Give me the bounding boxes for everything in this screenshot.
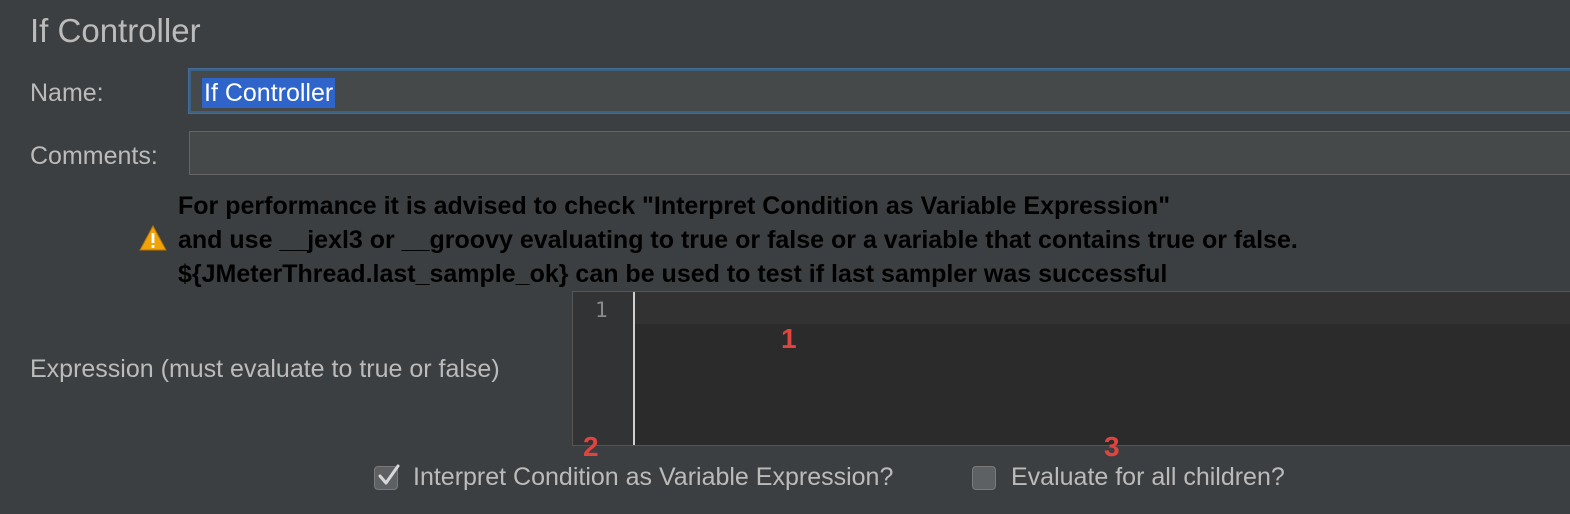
warning-line-1: For performance it is advised to check "… (178, 192, 1171, 220)
comments-field[interactable] (189, 131, 1570, 175)
expression-editor[interactable]: 1 (572, 291, 1570, 446)
comments-label: Comments: (30, 142, 158, 170)
checkmark-icon (378, 464, 400, 485)
warning-line-2: and use __jexl3 or __groovy evaluating t… (178, 226, 1298, 254)
warning-line-3: ${JMeterThread.last_sample_ok} can be us… (178, 260, 1168, 288)
annotation-marker-1: 1 (781, 323, 797, 354)
annotation-marker-2: 2 (583, 431, 599, 462)
expression-label: Expression (must evaluate to true or fal… (30, 355, 500, 383)
name-field[interactable]: If Controller (189, 69, 1570, 113)
annotation-marker-3: 3 (1104, 431, 1120, 462)
warning-message: For performance it is advised to check "… (178, 189, 1298, 291)
line-number-gutter: 1 (573, 292, 635, 445)
current-line-highlight (635, 292, 1570, 324)
interpret-condition-checkbox[interactable] (374, 464, 400, 490)
evaluate-all-children-checkbox[interactable] (972, 466, 996, 490)
name-label: Name: (30, 79, 104, 107)
evaluate-all-children-label[interactable]: Evaluate for all children? (1011, 463, 1285, 492)
interpret-condition-label[interactable]: Interpret Condition as Variable Expressi… (413, 463, 893, 492)
warning-triangle-icon (139, 225, 167, 251)
name-field-value: If Controller (202, 78, 336, 108)
line-number: 1 (595, 298, 608, 322)
page-title: If Controller (30, 12, 201, 49)
